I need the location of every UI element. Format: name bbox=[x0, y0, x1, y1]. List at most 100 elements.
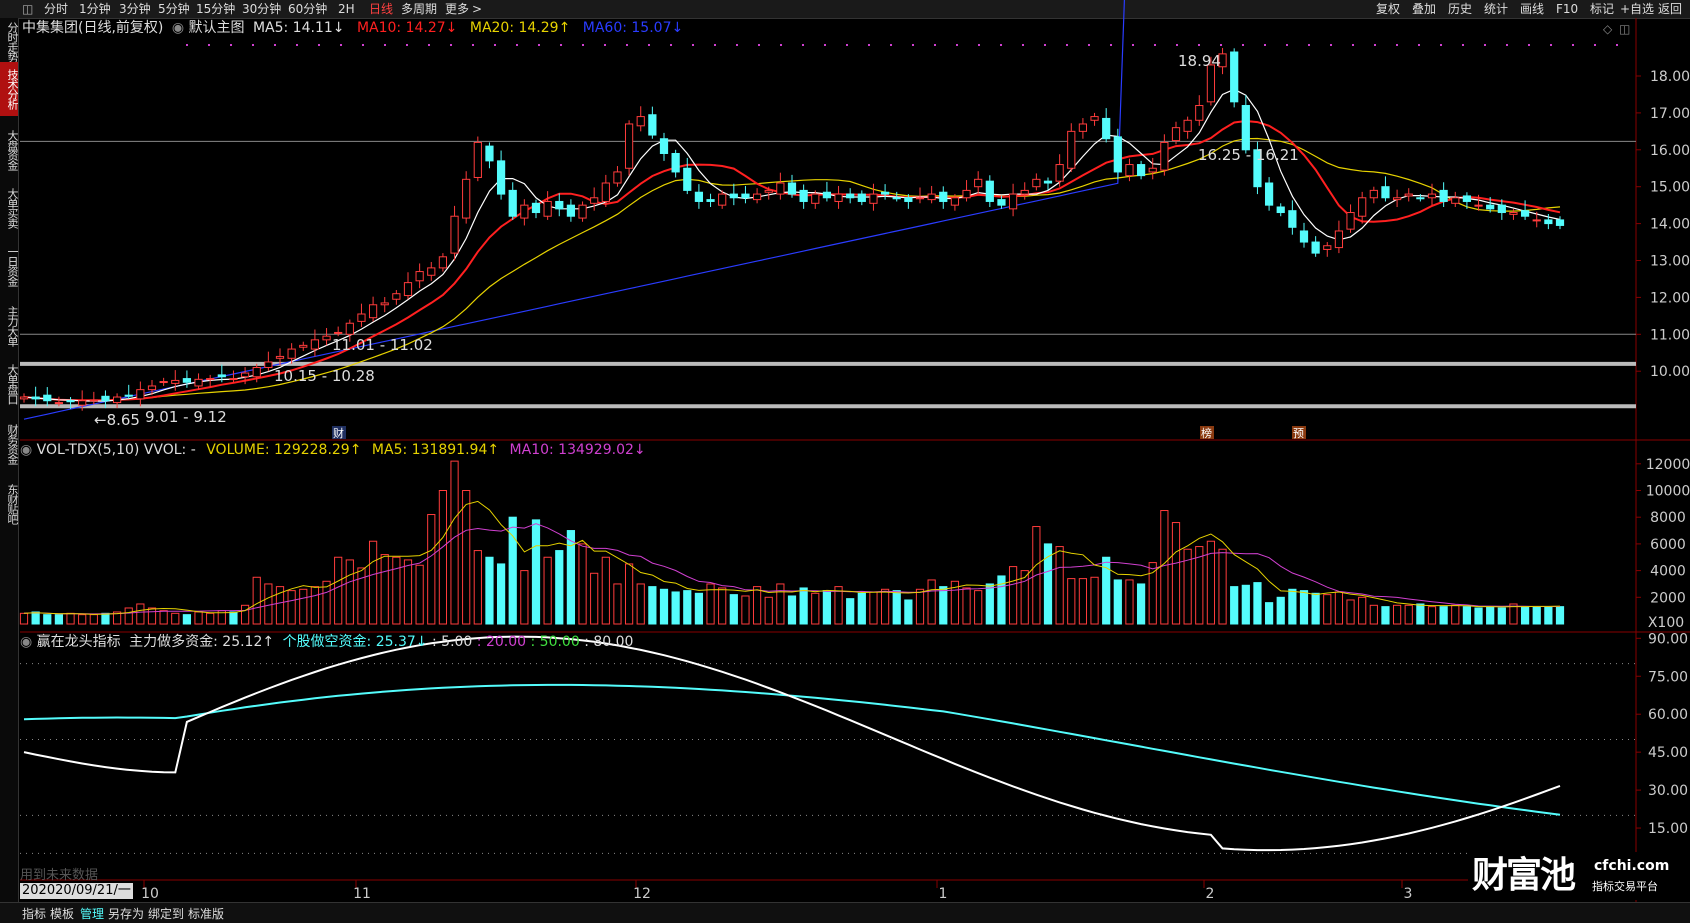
vol-ma5-label: MA5: 131891.94↑ bbox=[371, 442, 500, 458]
top-dot bbox=[956, 44, 958, 46]
volume-bar bbox=[601, 556, 610, 625]
volume-bar bbox=[334, 556, 343, 625]
diamond-icon[interactable]: ◇ bbox=[1603, 22, 1612, 36]
top-dot bbox=[186, 44, 188, 46]
vol-indicator-name[interactable]: VOL-TDX(5,10) VVOL: - bbox=[37, 442, 196, 458]
candle-body bbox=[1439, 189, 1448, 202]
candle-body bbox=[1067, 130, 1076, 169]
top-dot bbox=[1044, 44, 1046, 46]
volume-bar bbox=[147, 607, 157, 625]
top-dot bbox=[604, 44, 606, 46]
vol-volume-label: VOLUME: 129228.29↑ bbox=[206, 442, 362, 458]
marker-yu: 预 bbox=[1293, 427, 1304, 440]
bottom-tabs: 指标 模板 管理 另存为 绑定到 标准版 bbox=[0, 902, 1690, 923]
candle-body bbox=[683, 167, 692, 191]
template-name[interactable]: 默认主图 bbox=[189, 20, 245, 36]
volume-bar bbox=[939, 586, 948, 625]
volume-bar bbox=[1311, 592, 1320, 625]
price-axis-label: 17.00 bbox=[1650, 106, 1690, 122]
volume-bar bbox=[683, 590, 692, 625]
ma60-label: MA60: 15.07↓ bbox=[582, 20, 684, 36]
candle-body bbox=[706, 199, 715, 202]
top-dot bbox=[494, 44, 496, 46]
volume-bar bbox=[240, 604, 250, 625]
volume-bar bbox=[1299, 590, 1309, 625]
candle-body bbox=[496, 160, 506, 195]
top-dot bbox=[1462, 44, 1464, 46]
candle-body bbox=[1090, 116, 1099, 121]
candle-body bbox=[694, 191, 704, 202]
settings-circle-icon[interactable]: ◉ bbox=[20, 634, 32, 650]
bottom-tab-1[interactable]: 模板 bbox=[50, 905, 74, 922]
volume-bar bbox=[1264, 602, 1274, 625]
volume-bar bbox=[590, 572, 599, 625]
settings-circle-icon[interactable]: ◉ bbox=[172, 20, 184, 36]
candle-body bbox=[438, 256, 448, 269]
top-dot bbox=[1528, 44, 1530, 46]
candle-body bbox=[19, 396, 29, 400]
price-axis-label: 16.00 bbox=[1650, 143, 1690, 159]
volume-bar bbox=[1078, 578, 1088, 625]
volume-bar bbox=[822, 590, 832, 625]
top-dot bbox=[714, 44, 716, 46]
bottom-tab-5[interactable]: 标准版 bbox=[188, 905, 224, 922]
bottom-tab-3[interactable]: 另存为 bbox=[108, 905, 144, 922]
band-label-9: 9.01 - 9.12 bbox=[145, 408, 227, 426]
top-dot bbox=[1088, 44, 1090, 46]
volume-bar bbox=[1171, 522, 1181, 625]
candle-body bbox=[962, 189, 971, 199]
stock-title[interactable]: 中集集团(日线,前复权) bbox=[22, 20, 163, 36]
top-dot bbox=[252, 44, 254, 46]
candle-body bbox=[555, 200, 564, 210]
vol-axis-label: 6000 bbox=[1650, 537, 1686, 553]
candle-body bbox=[1195, 105, 1204, 121]
volume-bar bbox=[54, 614, 64, 625]
vol-axis-label: 10000 bbox=[1646, 484, 1690, 500]
candle-body bbox=[1555, 219, 1565, 226]
ind-l3-label: : 50.00 bbox=[530, 634, 580, 650]
bottom-tab-4[interactable]: 绑定到 bbox=[148, 905, 184, 922]
ma60-line bbox=[23, 0, 1125, 420]
ind-main-label: 主力做多资金: 25.12↑ bbox=[129, 634, 275, 650]
volume-bar bbox=[1241, 584, 1250, 625]
candle-body bbox=[613, 171, 622, 184]
candle-body bbox=[624, 123, 634, 169]
candle-body bbox=[1288, 210, 1297, 228]
bottom-tab-2[interactable]: 管理 bbox=[80, 905, 104, 922]
bottom-tab-0[interactable]: 指标 bbox=[22, 905, 46, 922]
candle-body bbox=[252, 367, 261, 378]
candle-body bbox=[578, 204, 587, 219]
candle-body bbox=[590, 197, 599, 204]
watermark-brand: 财富池 bbox=[1472, 855, 1576, 896]
vol-axis-label: 4000 bbox=[1650, 564, 1686, 580]
candle-body bbox=[822, 191, 832, 199]
maximize-icon[interactable]: ◫ bbox=[1619, 22, 1630, 36]
top-dot bbox=[1176, 44, 1178, 46]
vol-ma10-label: MA10: 134929.02↓ bbox=[509, 442, 646, 458]
candle-body bbox=[601, 182, 610, 202]
top-dot bbox=[296, 44, 298, 46]
candle-body bbox=[904, 197, 913, 202]
candle-body bbox=[334, 331, 343, 334]
ma5-line bbox=[23, 88, 1561, 402]
volume-header: ◉ VOL-TDX(5,10) VVOL: - VOLUME: 129228.2… bbox=[20, 442, 646, 458]
ind-name[interactable]: 赢在龙头指标 bbox=[37, 634, 121, 650]
top-dot bbox=[560, 44, 562, 46]
top-dot bbox=[318, 44, 320, 46]
top-dot bbox=[582, 44, 584, 46]
price-axis-label: 15.00 bbox=[1650, 180, 1690, 196]
top-dot bbox=[406, 44, 408, 46]
candle-body bbox=[1125, 164, 1134, 177]
ind-l1-label: : 5.00 bbox=[432, 634, 473, 650]
candle-body bbox=[1183, 119, 1192, 132]
volume-bar bbox=[613, 583, 622, 625]
ind-axis-label: 90.00 bbox=[1648, 631, 1688, 647]
top-dot bbox=[1308, 44, 1310, 46]
chart-canvas[interactable]: 18.94 16.25 - 16.21 11.01 - 11.02 10.15 - 1… bbox=[0, 0, 1690, 922]
volume-bar bbox=[182, 614, 192, 625]
volume-bar bbox=[543, 556, 552, 625]
settings-circle-icon[interactable]: ◉ bbox=[20, 442, 32, 458]
candle-body bbox=[892, 197, 901, 200]
candle-body bbox=[950, 197, 960, 206]
volume-bar bbox=[624, 563, 634, 625]
